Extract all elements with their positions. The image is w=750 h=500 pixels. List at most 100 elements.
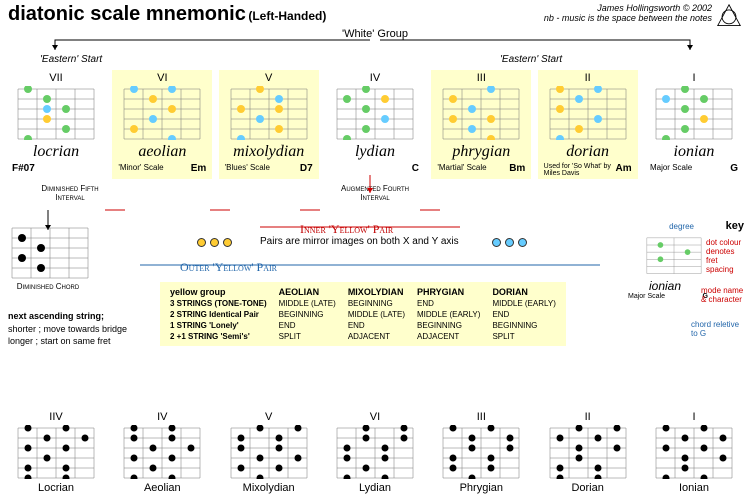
- fretboard-phrygian: [439, 86, 523, 140]
- chord-mixolydian: D7: [300, 163, 313, 174]
- mode-dorian: II dorian Used for 'So What' by Miles Da…: [538, 70, 638, 179]
- mode-mixolydian: V mixolydian 'Blues' Scale D7: [219, 70, 319, 179]
- white-group-label: 'White' Group: [0, 28, 750, 40]
- white-group-bracket: [0, 38, 750, 68]
- fretboard-bot-mixo: [227, 425, 311, 479]
- roman-VII: VII: [8, 72, 104, 84]
- subtitle: (Left-Handed): [248, 9, 326, 23]
- th-aeolian: AEOLIAN: [273, 286, 342, 298]
- sub-aeolian: 'Minor' Scale: [118, 163, 163, 174]
- chord-ionian: G: [730, 163, 738, 174]
- fretboard-bot-locrian: [14, 425, 98, 479]
- blue-dots-right: [490, 238, 529, 250]
- mode-name-dorian: dorian: [540, 143, 636, 161]
- key-degree-label: degree: [669, 222, 694, 231]
- mirror-text: Pairs are mirror images on both X and Y …: [260, 236, 459, 247]
- key-dotcolor-label: dot colour denotes fret spacing: [706, 238, 746, 274]
- mode-ionian: I ionian Major Scale G: [644, 70, 744, 179]
- th-dorian: DORIAN: [486, 286, 561, 298]
- copyright-icon: ©: [683, 3, 690, 13]
- eastern-start-right: 'Eastern' Start: [500, 54, 562, 65]
- fretboard-lydian: [333, 86, 417, 140]
- fretboard-bot-phryg: [439, 425, 523, 479]
- bottom-aeolian: IVAeolian: [112, 411, 212, 494]
- mode-name-aeolian: aeolian: [114, 143, 210, 161]
- mode-lydian: IV lydian C: [325, 70, 425, 179]
- page-title: diatonic scale mnemonic: [8, 3, 246, 25]
- fretboard-aeolian: [120, 86, 204, 140]
- fretboard-dorian: [546, 86, 630, 140]
- roman-V: V: [221, 72, 317, 84]
- mode-name-phrygian: phrygian: [433, 143, 529, 161]
- mode-name-mixolydian: mixolydian: [221, 143, 317, 161]
- inner-pair-label: Inner 'Yellow' Pair: [300, 222, 393, 237]
- next-title: next ascending string;: [8, 311, 104, 321]
- th-mixo: MIXOLYDIAN: [342, 286, 411, 298]
- eastern-start-left: 'Eastern' Start: [40, 54, 102, 65]
- fretboard-ionian: [652, 86, 736, 140]
- mode-name-ionian: ionian: [646, 143, 742, 161]
- mode-aeolian: VI aeolian 'Minor' Scale Em: [112, 70, 212, 179]
- table-header-row: yellow group AEOLIAN MIXOLYDIAN PHRYGIAN…: [164, 286, 562, 298]
- bottom-dorian: IIDorian: [538, 411, 638, 494]
- chord-phrygian: Bm: [509, 163, 525, 174]
- roman-IV: IV: [327, 72, 423, 84]
- outer-pair-label: Outer 'Yellow' Pair: [180, 260, 277, 275]
- credit-block: James Hollingsworth © 2002 nb - music is…: [544, 3, 712, 23]
- yellow-group-table: yellow group AEOLIAN MIXOLYDIAN PHRYGIAN…: [160, 282, 566, 346]
- triquetra-logo-icon: [716, 3, 742, 29]
- mode-name-lydian: lydian: [327, 143, 423, 161]
- roman-III: III: [433, 72, 529, 84]
- dim-fifth-label: Diminished Fifth Interval: [40, 184, 100, 202]
- aug-fourth-label: Augmented Fourth Interval: [340, 184, 410, 202]
- fretboard-bot-dorian: [546, 425, 630, 479]
- chord-aeolian: Em: [191, 163, 207, 174]
- fretboard-mixolydian: [227, 86, 311, 140]
- fretboard-bot-lydian: [333, 425, 417, 479]
- th-yellow: yellow group: [164, 286, 273, 298]
- fretboard-locrian: [14, 86, 98, 140]
- header-note: nb - music is the space between the note…: [544, 13, 712, 23]
- key-sub: Major Scale: [628, 293, 665, 300]
- bottom-locrian: IIVLocrian: [6, 411, 106, 494]
- bottom-mixolydian: VMixolydian: [219, 411, 319, 494]
- next-ascending-text: next ascending string; shorter ; move to…: [8, 310, 128, 348]
- roman-I: I: [646, 72, 742, 84]
- table-row: 3 STRINGS (TONE-TONE)MIDDLE (LATE)BEGINN…: [164, 298, 562, 309]
- key-fretboard: [644, 234, 704, 276]
- chord-dorian: Am: [616, 163, 632, 177]
- table-row: 2 STRING Identical PairBEGINNINGMIDDLE (…: [164, 309, 562, 320]
- fretboard-dim-chord: [8, 225, 92, 279]
- mode-locrian: VII locrian F#07: [6, 70, 106, 179]
- key-chordrel-label: chord reletive to G: [691, 320, 746, 338]
- fretboard-bot-aeolian: [120, 425, 204, 479]
- mode-phrygian: III phrygian 'Martial' Scale Bm: [431, 70, 531, 179]
- next-line1: shorter ; move towards bridge: [8, 324, 127, 334]
- dim-chord-label: Diminished Chord: [8, 282, 88, 291]
- next-line2: longer ; start on same fret: [8, 336, 111, 346]
- roman-VI: VI: [114, 72, 210, 84]
- sub-ionian: Major Scale: [650, 163, 692, 174]
- key-modename-label: mode name & character: [701, 286, 746, 304]
- table-row: 2 +1 STRING 'Semi's'SPLITADJACENTADJACEN…: [164, 331, 562, 342]
- chord-lydian: C: [412, 163, 419, 174]
- diminished-chord-block: Diminished Chord: [8, 225, 88, 291]
- mode-row-bottom: IIVLocrian IVAeolian VMixolydian VILydia…: [6, 411, 744, 494]
- yellow-dots-left: [195, 238, 234, 250]
- bottom-lydian: VILydian: [325, 411, 425, 494]
- table-row: 1 STRING 'Lonely'ENDENDBEGINNINGBEGINNIN…: [164, 320, 562, 331]
- sub-phrygian: 'Martial' Scale: [437, 163, 486, 174]
- fretboard-bot-ionian: [652, 425, 736, 479]
- roman-II: II: [540, 72, 636, 84]
- sub-mixolydian: 'Blues' Scale: [225, 163, 270, 174]
- author: James Hollingsworth: [597, 3, 680, 13]
- bottom-ionian: IIonian: [644, 411, 744, 494]
- th-phryg: PHRYGIAN: [411, 286, 486, 298]
- year: 2002: [692, 3, 712, 13]
- sub-dorian: Used for 'So What' by Miles Davis: [544, 163, 616, 177]
- key-legend: key ionian Major ScaleG degree dot colou…: [624, 220, 744, 344]
- mode-row-top: VII locrian F#07 VI aeolian 'Minor' Scal…: [6, 70, 744, 179]
- mode-name-locrian: locrian: [8, 143, 104, 161]
- chord-locrian: F#07: [12, 163, 35, 174]
- bottom-phrygian: IIIPhrygian: [431, 411, 531, 494]
